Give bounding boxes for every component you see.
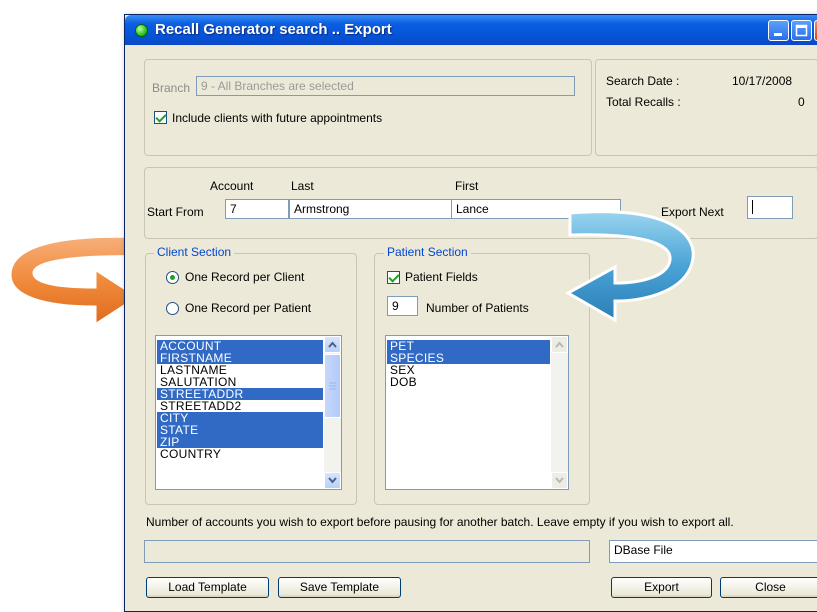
branch-field: 9 - All Branches are selected (196, 76, 575, 96)
scroll-up-button[interactable] (324, 336, 341, 353)
grip-icon (329, 382, 336, 390)
start-from-label: Start From (147, 205, 204, 219)
title-bar: Recall Generator search .. Export (125, 15, 817, 45)
patient-fields-label: Patient Fields (405, 270, 478, 284)
start-last-field[interactable]: Armstrong (289, 199, 452, 219)
blue-curved-arrow-icon (564, 210, 695, 323)
minimize-button[interactable] (768, 20, 789, 41)
maximize-button[interactable] (791, 20, 812, 41)
start-account-field[interactable]: 7 (225, 199, 289, 219)
patient-fields-listbox[interactable]: PET SPECIES SEX DOB (385, 335, 569, 490)
chevron-down-icon (328, 477, 337, 484)
client-list-scrollbar[interactable] (324, 336, 341, 489)
client-fields-listbox[interactable]: ACCOUNT FIRSTNAME LASTNAME SALUTATION STREET… (155, 335, 342, 490)
save-template-button[interactable]: Save Template (278, 577, 401, 598)
window-title: Recall Generator search .. Export (155, 21, 392, 38)
export-hint: Number of accounts you wish to export be… (146, 515, 734, 529)
one-record-per-client-label: One Record per Client (185, 270, 305, 284)
patient-list-scrollbar[interactable] (551, 336, 568, 489)
search-date-label: Search Date : (606, 74, 680, 88)
branch-label: Branch (152, 81, 191, 95)
account-header: Account (210, 179, 254, 193)
chevron-down-icon (555, 477, 564, 484)
total-recalls-label: Total Recalls : (606, 95, 681, 109)
load-template-button[interactable]: Load Template (146, 577, 269, 598)
maximize-icon (795, 24, 808, 37)
list-item[interactable]: STATE (157, 424, 323, 436)
scroll-thumb[interactable] (324, 354, 341, 418)
patient-section-title: Patient Section (384, 245, 471, 259)
total-recalls-value: 0 (798, 95, 805, 109)
include-future-label: Include clients with future appointments (172, 111, 383, 125)
export-button[interactable]: Export (611, 577, 712, 598)
one-record-per-client-radio[interactable] (166, 271, 179, 284)
progress-field (144, 540, 590, 563)
patient-fields-checkbox[interactable] (387, 271, 400, 284)
app-icon (135, 24, 148, 37)
scroll-down-button[interactable] (324, 472, 341, 489)
number-of-patients-label: Number of Patients (426, 301, 529, 315)
one-record-per-patient-label: One Record per Patient (185, 301, 312, 315)
close-button[interactable]: Close (720, 577, 817, 598)
number-of-patients-field[interactable]: 9 (387, 296, 418, 316)
search-date-value: 10/17/2008 (732, 74, 793, 88)
first-header: First (455, 179, 479, 193)
chevron-up-icon (555, 341, 564, 348)
scroll-up-button[interactable] (551, 336, 568, 353)
one-record-per-patient-radio[interactable] (166, 302, 179, 315)
minimize-icon (774, 33, 782, 36)
last-header: Last (291, 179, 314, 193)
format-field[interactable]: DBase File (609, 540, 817, 563)
list-item[interactable]: DOB (387, 376, 550, 388)
include-future-checkbox[interactable] (154, 111, 167, 124)
recall-export-window: Recall Generator search .. Export Branch… (124, 14, 817, 612)
branch-group (144, 59, 592, 156)
chevron-up-icon (328, 341, 337, 348)
client-section-title: Client Section (154, 245, 235, 259)
list-item[interactable]: COUNTRY (157, 448, 323, 460)
export-next-field[interactable] (747, 196, 793, 219)
scroll-down-button[interactable] (551, 472, 568, 489)
